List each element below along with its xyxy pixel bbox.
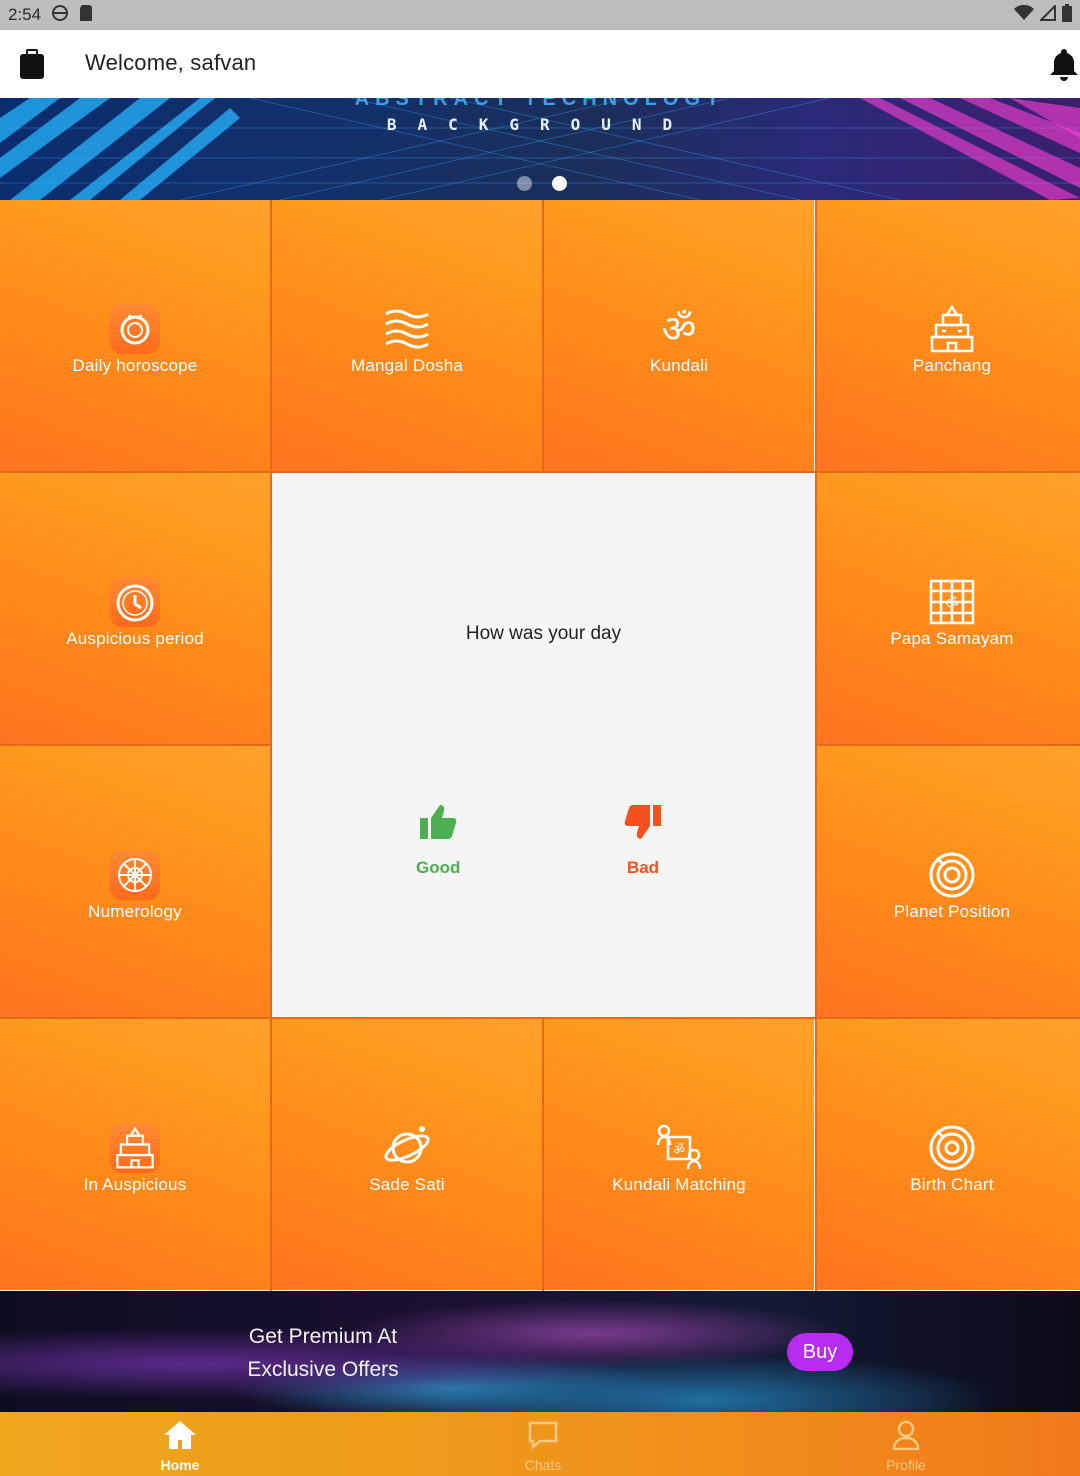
home-icon xyxy=(163,1420,197,1455)
tile-label: Papa Samayam xyxy=(890,628,1014,648)
svg-text:ॐ: ॐ xyxy=(673,1143,685,1158)
kundali-matching-icon: ॐ xyxy=(654,1123,704,1173)
chart-grid-icon: ॐ xyxy=(927,577,977,627)
tile-birth-chart[interactable]: Birth Chart xyxy=(817,1019,1080,1290)
tile-sade-sati[interactable]: Sade Sati xyxy=(272,1019,542,1290)
thumbs-down-icon xyxy=(623,803,663,846)
good-label: Good xyxy=(416,858,461,877)
daily-horoscope-icon xyxy=(110,303,160,354)
app-header: Welcome, safvan xyxy=(0,30,1080,98)
tile-label: Daily horoscope xyxy=(72,355,198,375)
bad-button[interactable]: Bad xyxy=(623,803,663,878)
nav-chats-label: Chats xyxy=(524,1457,562,1473)
tile-label: Panchang xyxy=(912,355,992,375)
clipboard-icon[interactable] xyxy=(19,49,45,79)
promo-text: Get Premium At Exclusive Offers xyxy=(218,1320,428,1386)
tile-panchang[interactable]: Panchang xyxy=(817,200,1080,471)
nav-home[interactable]: Home xyxy=(125,1420,235,1473)
nav-profile[interactable]: Profile xyxy=(851,1420,961,1473)
tile-label: Kundali xyxy=(649,355,709,375)
tile-in-auspicious[interactable]: In Auspicious xyxy=(0,1019,270,1290)
om-icon: ॐ xyxy=(654,304,704,354)
carousel-indicator xyxy=(517,176,567,191)
temple-icon xyxy=(110,1122,160,1173)
tile-planet-position[interactable]: Planet Position xyxy=(817,746,1080,1017)
day-feedback-card: How was your day Good Bad xyxy=(271,473,816,1018)
promo-line-1: Get Premium At xyxy=(248,1325,398,1348)
feedback-question: How was your day xyxy=(465,623,622,644)
carousel-dot[interactable] xyxy=(517,176,532,191)
tile-papa-samayam[interactable]: ॐ Papa Samayam xyxy=(817,473,1080,744)
tile-numerology[interactable]: Numerology xyxy=(0,746,270,1017)
tile-kundali[interactable]: ॐ Kundali xyxy=(544,200,814,471)
clock-icon xyxy=(110,576,160,627)
signal-icon xyxy=(1038,3,1056,26)
good-button[interactable]: Good xyxy=(416,803,460,878)
wifi-icon xyxy=(1014,4,1034,26)
mangal-dosha-icon xyxy=(382,304,432,354)
banner-brand-top: ABSTRACT TECHNOLOGY xyxy=(354,98,726,110)
tile-label: In Auspicious xyxy=(83,1174,187,1194)
premium-promo-banner[interactable]: Get Premium At Exclusive Offers Buy xyxy=(0,1291,1080,1412)
thumbs-up-icon xyxy=(418,803,458,846)
bad-label: Bad xyxy=(626,858,660,877)
nav-profile-label: Profile xyxy=(886,1457,926,1473)
tile-mangal-dosha[interactable]: Mangal Dosha xyxy=(272,200,542,471)
bottom-navigation: Home Chats Profile xyxy=(0,1412,1080,1476)
welcome-text: Welcome, safvan xyxy=(85,50,257,75)
bell-icon[interactable] xyxy=(1048,47,1080,81)
chat-icon xyxy=(527,1420,559,1455)
feature-grid: Daily horoscope Mangal Dosha ॐ Kundali P… xyxy=(0,200,1080,1291)
battery-icon xyxy=(1062,3,1072,27)
sd-card-icon xyxy=(79,4,93,27)
tile-label: Kundali Matching xyxy=(612,1174,746,1194)
numerology-wheel-icon xyxy=(110,849,160,900)
tile-label: Planet Position xyxy=(893,901,1011,921)
promo-line-2: Exclusive Offers xyxy=(247,1358,399,1381)
tile-label: Mangal Dosha xyxy=(350,355,464,375)
nav-home-label: Home xyxy=(160,1457,200,1473)
nav-chats[interactable]: Chats xyxy=(488,1420,598,1473)
tile-kundali-matching[interactable]: ॐ Kundali Matching xyxy=(544,1019,814,1290)
tile-label: Sade Sati xyxy=(369,1174,445,1194)
planet-target-icon xyxy=(927,850,977,900)
svg-text:ॐ: ॐ xyxy=(662,307,697,351)
tile-daily-horoscope[interactable]: Daily horoscope xyxy=(0,200,270,471)
banner-brand-text: BACKGROUND xyxy=(386,115,694,134)
carousel-dot-active[interactable] xyxy=(552,176,567,191)
status-bar: 2:54 xyxy=(0,0,1080,30)
tile-label: Auspicious period xyxy=(66,628,204,648)
tile-label: Numerology xyxy=(88,901,182,921)
saturn-icon xyxy=(382,1123,432,1173)
globe-icon xyxy=(51,4,69,27)
tile-auspicious-period[interactable]: Auspicious period xyxy=(0,473,270,744)
buy-button[interactable]: Buy xyxy=(787,1333,853,1371)
birth-chart-icon xyxy=(927,1123,977,1173)
temple-icon xyxy=(927,304,977,354)
tile-label: Birth Chart xyxy=(910,1174,994,1194)
svg-text:ॐ: ॐ xyxy=(946,596,959,612)
profile-icon xyxy=(891,1420,921,1455)
status-time: 2:54 xyxy=(8,5,42,24)
